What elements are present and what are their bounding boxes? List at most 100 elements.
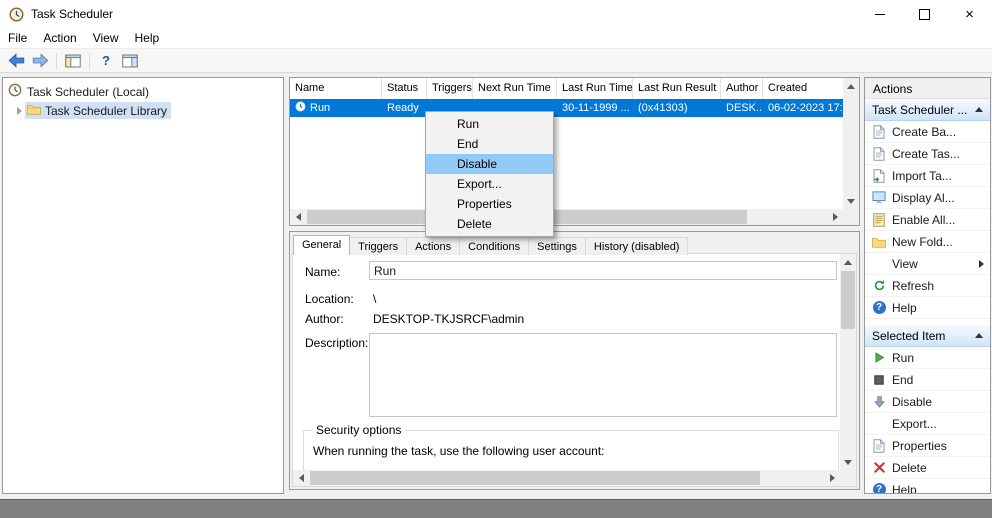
- refresh-icon: [871, 278, 887, 294]
- column-header-created[interactable]: Created: [763, 78, 843, 99]
- task-status-cell: Ready: [382, 102, 427, 114]
- actions-pane: Actions Task Scheduler ... Create Ba... …: [864, 77, 991, 494]
- scroll-right-button[interactable]: [824, 470, 840, 486]
- column-header-author[interactable]: Author: [721, 78, 763, 99]
- column-header-name[interactable]: Name: [290, 78, 382, 99]
- task-last-result-cell: (0x41303): [633, 102, 721, 114]
- scroll-up-button[interactable]: [843, 78, 859, 94]
- scroll-down-button[interactable]: [840, 454, 856, 470]
- name-field[interactable]: Run: [369, 261, 837, 280]
- scroll-left-button[interactable]: [290, 209, 306, 225]
- action-run[interactable]: Run: [865, 347, 990, 369]
- menu-view[interactable]: View: [85, 29, 127, 47]
- minimize-button[interactable]: [857, 0, 902, 28]
- action-new-folder[interactable]: New Fold...: [865, 231, 990, 253]
- tab-general[interactable]: General: [293, 235, 350, 255]
- list-vertical-scrollbar[interactable]: [843, 78, 859, 209]
- column-header-status[interactable]: Status: [382, 78, 427, 99]
- tab-conditions[interactable]: Conditions: [459, 237, 529, 255]
- action-import-task[interactable]: Import Ta...: [865, 165, 990, 187]
- actions-section-selected-item[interactable]: Selected Item: [865, 325, 990, 347]
- task-details-panel: General Triggers Actions Conditions Sett…: [289, 231, 860, 490]
- action-enable-task-history[interactable]: Enable All...: [865, 209, 990, 231]
- task-row[interactable]: Run Ready 30-11-1999 ... (0x41303) DESK.…: [290, 99, 843, 117]
- menu-file[interactable]: File: [0, 29, 35, 47]
- task-list-panel: Name Status Triggers Next Run Time Last …: [289, 77, 860, 226]
- description-field[interactable]: [369, 333, 837, 417]
- action-help-selected[interactable]: ? Help: [865, 479, 990, 494]
- window-title: Task Scheduler: [31, 7, 113, 21]
- task-scheduler-app-icon: [9, 7, 24, 22]
- action-create-basic-task[interactable]: Create Ba...: [865, 121, 990, 143]
- action-display-running-tasks[interactable]: Display Al...: [865, 187, 990, 209]
- action-end[interactable]: End: [865, 369, 990, 391]
- show-action-pane-icon[interactable]: [119, 50, 141, 71]
- forward-icon[interactable]: [29, 50, 51, 71]
- context-menu-properties[interactable]: Properties: [426, 194, 553, 214]
- chevron-right-icon[interactable]: [13, 107, 25, 115]
- context-menu-export[interactable]: Export...: [426, 174, 553, 194]
- display-running-tasks-icon: [871, 190, 887, 206]
- context-menu-delete[interactable]: Delete: [426, 214, 553, 234]
- action-create-task[interactable]: Create Tas...: [865, 143, 990, 165]
- scroll-right-button[interactable]: [827, 209, 843, 225]
- caption-buttons: ×: [857, 0, 992, 28]
- minimize-icon: [875, 14, 885, 15]
- tab-actions[interactable]: Actions: [406, 237, 460, 255]
- actions-pane-title: Actions: [865, 78, 990, 99]
- create-basic-task-icon: [871, 124, 887, 140]
- context-menu-run[interactable]: Run: [426, 114, 553, 134]
- collapse-up-icon[interactable]: [975, 333, 983, 338]
- show-console-tree-icon[interactable]: [62, 50, 84, 71]
- details-vertical-scrollbar[interactable]: [840, 254, 856, 470]
- toolbar-separator: [89, 53, 90, 69]
- scrollbar-thumb[interactable]: [310, 471, 760, 485]
- tree-item-task-scheduler-library[interactable]: Task Scheduler Library: [3, 101, 283, 120]
- scrollbar-thumb[interactable]: [841, 271, 855, 329]
- action-help[interactable]: ? Help: [865, 297, 990, 319]
- import-task-icon: [871, 168, 887, 184]
- action-view[interactable]: View: [865, 253, 990, 275]
- general-tab-page: Name: Run Location: \ Author: DESKTOP-TK…: [292, 253, 857, 487]
- back-icon[interactable]: [5, 50, 27, 71]
- tab-history[interactable]: History (disabled): [585, 237, 689, 255]
- task-scheduler-window: Task Scheduler × File Action View Help ?: [0, 0, 992, 500]
- maximize-button[interactable]: [902, 0, 947, 28]
- scroll-down-button[interactable]: [843, 193, 859, 209]
- action-properties[interactable]: Properties: [865, 435, 990, 457]
- column-header-last-run-result[interactable]: Last Run Result: [633, 78, 721, 99]
- scroll-up-button[interactable]: [840, 254, 856, 270]
- tree-item-task-scheduler-local[interactable]: Task Scheduler (Local): [3, 82, 283, 101]
- action-export[interactable]: Export...: [865, 413, 990, 435]
- collapse-up-icon[interactable]: [975, 107, 983, 112]
- disable-icon: [871, 394, 887, 410]
- tab-triggers[interactable]: Triggers: [349, 237, 407, 255]
- menu-help[interactable]: Help: [127, 29, 168, 47]
- close-button[interactable]: ×: [947, 0, 992, 28]
- column-header-last-run-time[interactable]: Last Run Time: [557, 78, 633, 99]
- list-horizontal-scrollbar[interactable]: [290, 209, 843, 225]
- actions-section-task-scheduler[interactable]: Task Scheduler ...: [865, 99, 990, 121]
- tab-settings[interactable]: Settings: [528, 237, 586, 255]
- column-header-next-run-time[interactable]: Next Run Time: [473, 78, 557, 99]
- description-label: Description:: [305, 336, 368, 350]
- details-horizontal-scrollbar[interactable]: [293, 470, 840, 486]
- submenu-arrow-icon: [979, 260, 984, 268]
- menubar: File Action View Help: [0, 28, 992, 48]
- details-tabs: General Triggers Actions Conditions Sett…: [293, 235, 687, 255]
- task-last-run-cell: 30-11-1999 ...: [557, 102, 633, 114]
- context-menu-end[interactable]: End: [426, 134, 553, 154]
- column-header-triggers[interactable]: Triggers: [427, 78, 473, 99]
- task-author-cell: DESK...: [721, 102, 763, 114]
- action-disable[interactable]: Disable: [865, 391, 990, 413]
- properties-icon: [871, 438, 887, 454]
- action-delete[interactable]: Delete: [865, 457, 990, 479]
- action-refresh[interactable]: Refresh: [865, 275, 990, 297]
- location-value: \: [373, 292, 376, 306]
- menu-action[interactable]: Action: [35, 29, 84, 47]
- help-icon[interactable]: ?: [95, 50, 117, 71]
- scroll-left-button[interactable]: [293, 470, 309, 486]
- context-menu-disable[interactable]: Disable: [426, 154, 553, 174]
- blank-icon: [871, 256, 887, 272]
- end-icon: [871, 372, 887, 388]
